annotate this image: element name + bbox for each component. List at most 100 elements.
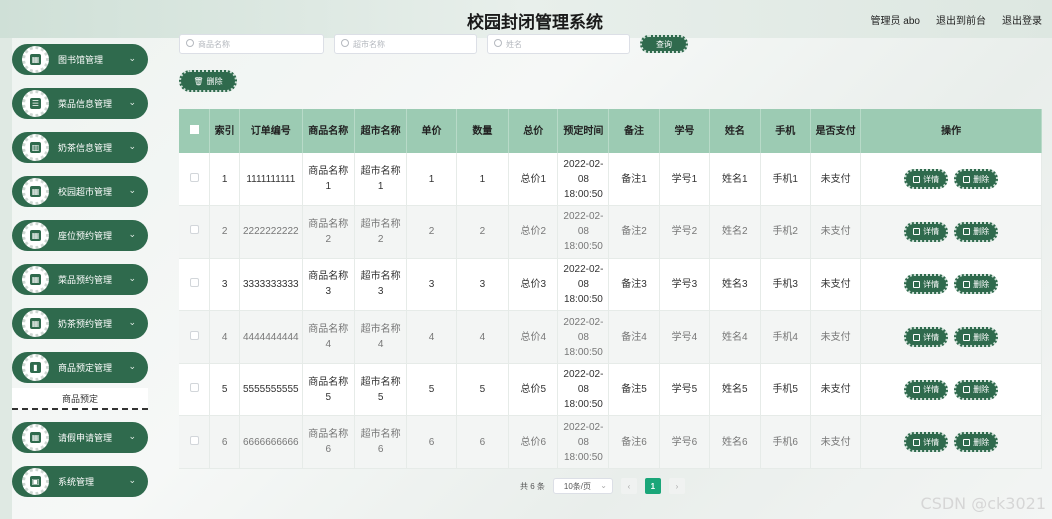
row-checkbox[interactable]: [179, 415, 211, 470]
trash-icon: [963, 175, 971, 183]
trash-icon: [963, 333, 971, 341]
row-checkbox[interactable]: [179, 363, 211, 417]
grid-icon: ▦: [30, 274, 41, 285]
cell-name: 姓名4: [709, 310, 761, 364]
menu-badge: ▦: [22, 222, 49, 249]
current-page-button[interactable]: 1: [644, 478, 661, 494]
document-icon: [913, 333, 921, 341]
cell-total: 总价2: [508, 205, 559, 259]
delete-button[interactable]: 删除: [954, 169, 999, 190]
table-row: 2 2222222222 商品名称2 超市名称2 2 2 总价2 2022-02-08 18:…: [179, 205, 1042, 259]
grid-icon: ▦: [30, 54, 41, 65]
chevron-down-icon: ⌄: [128, 141, 136, 151]
cell-index: 1: [209, 153, 240, 207]
cell-index: 5: [209, 363, 240, 417]
cell-time: 2022-02-08 18:00:50: [557, 258, 610, 312]
delete-button[interactable]: 删除: [954, 379, 999, 400]
chevron-down-icon: ⌄: [128, 53, 136, 63]
page-size-select[interactable]: 10条/页 ⌄: [552, 478, 613, 494]
submenu-item-goods-booking[interactable]: 商品预定: [12, 388, 148, 410]
row-checkbox[interactable]: [179, 153, 211, 207]
cell-name: 姓名5: [709, 363, 761, 417]
cell-market: 超市名称4: [354, 310, 408, 364]
product-name-search-input[interactable]: 商品名称: [179, 34, 324, 54]
delete-button[interactable]: 删除: [954, 274, 999, 295]
checkbox-icon: [189, 435, 199, 445]
document-icon: [913, 175, 921, 183]
delete-button[interactable]: 删除: [954, 432, 999, 453]
cell-paid: 未支付: [810, 205, 862, 259]
cell-total: 总价1: [508, 153, 559, 207]
back-to-front-link[interactable]: 退出到前台: [936, 12, 986, 27]
column-header: 商品名称: [302, 109, 355, 153]
cell-phone: 手机2: [760, 205, 811, 259]
column-header: 索引: [209, 109, 240, 153]
chevron-down-icon: ⌄: [128, 317, 136, 327]
next-page-button[interactable]: ›: [668, 478, 685, 494]
sidebar-strip: [0, 38, 12, 519]
cell-name: 姓名6: [709, 415, 761, 470]
cell-product: 商品名称4: [302, 310, 355, 364]
batch-delete-button[interactable]: 🗑 删除: [179, 70, 237, 92]
select-all-checkbox[interactable]: [179, 109, 211, 153]
row-checkbox[interactable]: [179, 205, 211, 259]
sidebar-item-6[interactable]: ▦ 奶茶预约管理 ⌄: [12, 308, 148, 339]
detail-button[interactable]: 详情: [904, 221, 949, 242]
menu-badge: ☰: [22, 90, 49, 117]
column-header: 数量: [456, 109, 510, 153]
delete-button[interactable]: 删除: [954, 221, 999, 242]
menu-badge: ▦: [22, 178, 49, 205]
column-header: 手机: [760, 109, 811, 153]
row-checkbox[interactable]: [179, 258, 211, 312]
sidebar-item-label: 校园超市管理: [58, 187, 113, 197]
sidebar-item-4[interactable]: ▦ 座位预约管理 ⌄: [12, 220, 148, 251]
delete-button[interactable]: 删除: [954, 327, 999, 348]
top-links: 管理员 abo 退出到前台 退出登录: [871, 12, 1042, 27]
sidebar-item-7[interactable]: ▮ 商品预定管理 ⌄: [12, 352, 148, 383]
detail-button[interactable]: 详情: [904, 432, 949, 453]
cell-sid: 学号1: [659, 153, 711, 207]
column-header: 学号: [659, 109, 711, 153]
cell-phone: 手机5: [760, 363, 811, 417]
menu-badge: ▥: [22, 134, 49, 161]
table-row: 3 3333333333 商品名称3 超市名称3 3 3 总价3 2022-02-08 18:…: [179, 258, 1042, 312]
name-search-input[interactable]: 姓名: [487, 34, 630, 54]
sidebar-item-label: 座位预约管理: [58, 231, 113, 241]
cell-sid: 学号2: [659, 205, 711, 259]
menu-badge: ▦: [22, 266, 49, 293]
column-header: 总价: [508, 109, 559, 153]
query-button[interactable]: 查询: [640, 35, 688, 53]
sidebar-item-2[interactable]: ▥ 奶茶信息管理 ⌄: [12, 132, 148, 163]
sidebar-item-0[interactable]: ▦ 图书馆管理 ⌄: [12, 44, 148, 75]
menu-badge: ▮: [22, 354, 49, 381]
cell-qty: 5: [456, 363, 510, 417]
sidebar-item-9[interactable]: ▣ 系统管理 ⌄: [12, 466, 148, 497]
detail-button[interactable]: 详情: [904, 327, 949, 348]
table-row: 4 4444444444 商品名称4 超市名称4 4 4 总价4 2022-02-08 18:…: [179, 310, 1042, 364]
cell-order: 4444444444: [239, 310, 303, 364]
watermark: CSDN @ck3021: [920, 494, 1046, 513]
prev-page-button[interactable]: ‹: [620, 478, 637, 494]
pagination: 共 6 条 10条/页 ⌄ ‹ 1 ›: [520, 478, 685, 494]
sidebar-item-5[interactable]: ▦ 菜品预约管理 ⌄: [12, 264, 148, 295]
cell-phone: 手机3: [760, 258, 811, 312]
detail-button[interactable]: 详情: [904, 379, 949, 400]
list-icon: ☰: [30, 98, 41, 109]
cell-note: 备注3: [608, 258, 660, 312]
sidebar-item-3[interactable]: ▦ 校园超市管理 ⌄: [12, 176, 148, 207]
detail-button[interactable]: 详情: [904, 274, 949, 295]
cell-sid: 学号3: [659, 258, 711, 312]
menu-badge: ▦: [22, 424, 49, 451]
sidebar-item-8[interactable]: ▦ 请假申请管理 ⌄: [12, 422, 148, 453]
cell-qty: 6: [456, 415, 510, 470]
sidebar-item-1[interactable]: ☰ 菜品信息管理 ⌄: [12, 88, 148, 119]
row-checkbox[interactable]: [179, 310, 211, 364]
sidebar-item-label: 系统管理: [58, 477, 95, 487]
market-name-search-input[interactable]: 超市名称: [334, 34, 477, 54]
user-label: 管理员 abo: [870, 16, 920, 27]
detail-button[interactable]: 详情: [904, 169, 949, 190]
logout-link[interactable]: 退出登录: [1002, 12, 1042, 27]
sidebar-item-label: 商品预定管理: [58, 363, 113, 373]
chevron-down-icon: ⌄: [128, 97, 136, 107]
column-header: 操作: [860, 109, 1042, 153]
